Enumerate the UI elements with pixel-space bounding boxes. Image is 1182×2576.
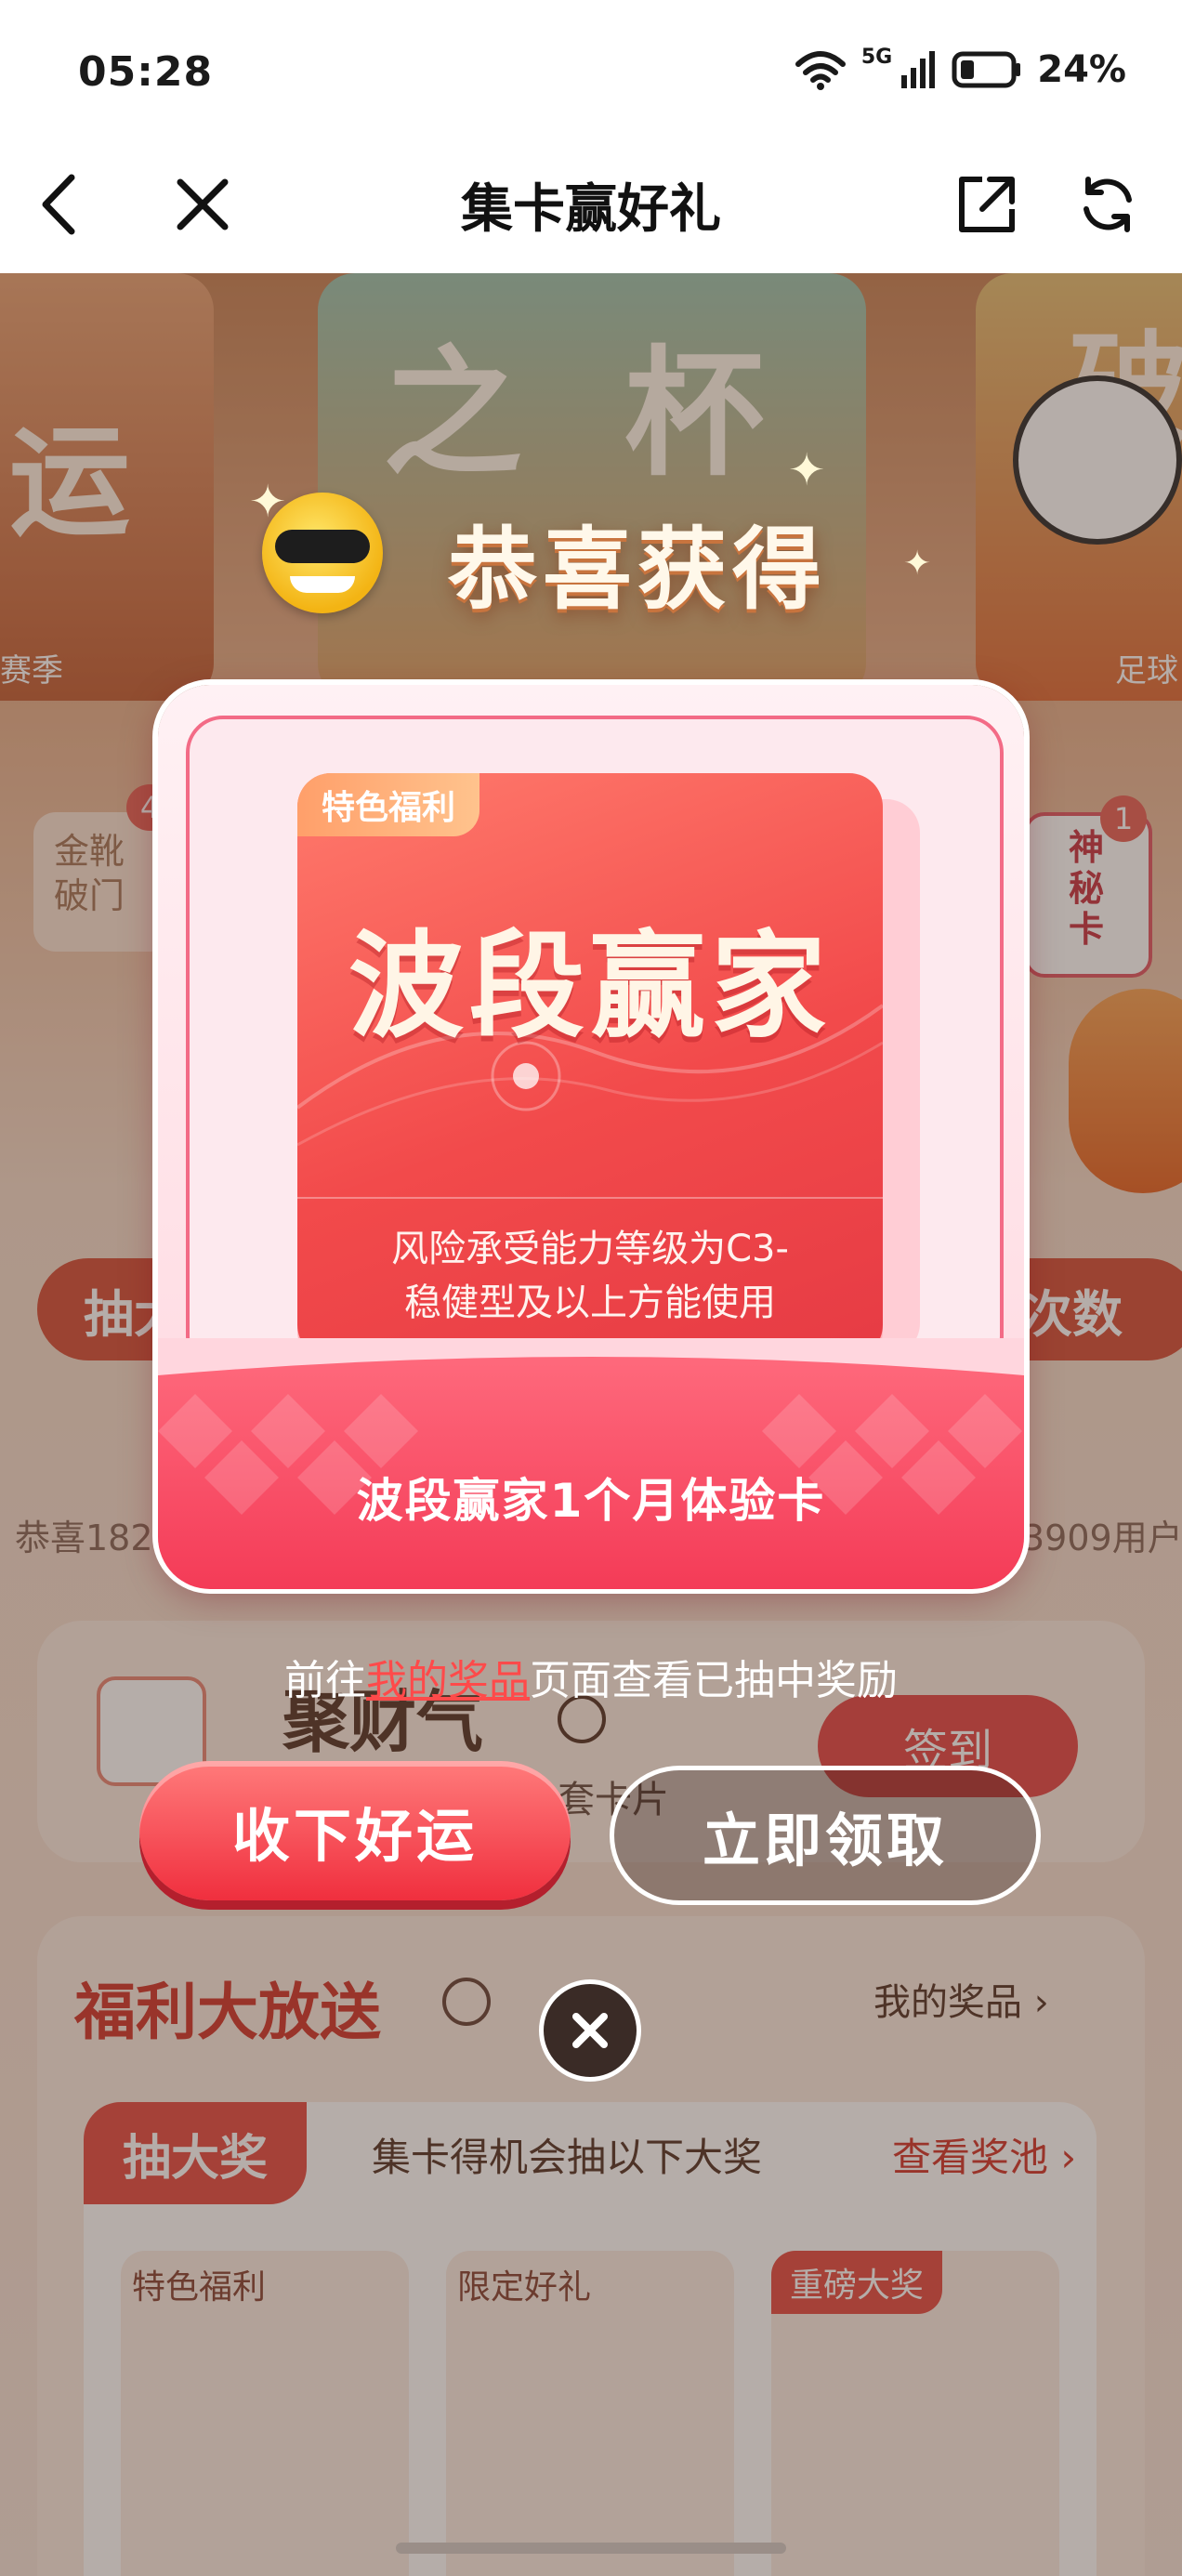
accept-luck-button[interactable]: 收下好运 [139, 1761, 571, 1900]
goto-suffix: 页面查看已抽中奖励 [530, 1657, 898, 1704]
my-prizes-link[interactable]: 我的奖品 [366, 1657, 530, 1704]
status-time: 05:28 [78, 48, 214, 96]
battery-percent: 24% [1037, 48, 1126, 91]
popup-heading: 恭喜获得 [448, 518, 827, 622]
reward-desc-line2: 稳健型及以上方能使用 [404, 1281, 776, 1324]
reward-card-description: 风险承受能力等级为C3- 稳健型及以上方能使用 [297, 1222, 883, 1330]
reward-card-divider [297, 1197, 883, 1199]
status-icons: 5G 24% [795, 45, 1126, 91]
refresh-icon [1084, 177, 1132, 232]
share-button[interactable] [950, 167, 1024, 242]
goto-prefix: 前往 [284, 1657, 366, 1704]
close-circle-icon [572, 2013, 608, 2048]
battery-icon [952, 51, 1021, 88]
reward-name: 波段赢家1个月体验卡 [356, 1474, 826, 1528]
refresh-button[interactable] [1070, 167, 1145, 242]
reward-desc-line1: 风险承受能力等级为C3- [391, 1228, 789, 1270]
reward-card-title: 波段赢家 [348, 920, 832, 1054]
goto-hint: 前往我的奖品页面查看已抽中奖励 [0, 1647, 1182, 1706]
network-type: 5G [860, 45, 893, 69]
popup-close-button[interactable] [539, 1979, 641, 2082]
share-icon [959, 177, 1015, 232]
home-indicator[interactable] [396, 2543, 786, 2554]
signal-icon [901, 51, 936, 88]
claim-now-button[interactable]: 立即领取 [610, 1766, 1041, 1905]
sparkle-icon: ✦ [788, 444, 826, 496]
reward-badge: 特色福利 [297, 773, 480, 836]
wifi-icon [795, 51, 846, 90]
